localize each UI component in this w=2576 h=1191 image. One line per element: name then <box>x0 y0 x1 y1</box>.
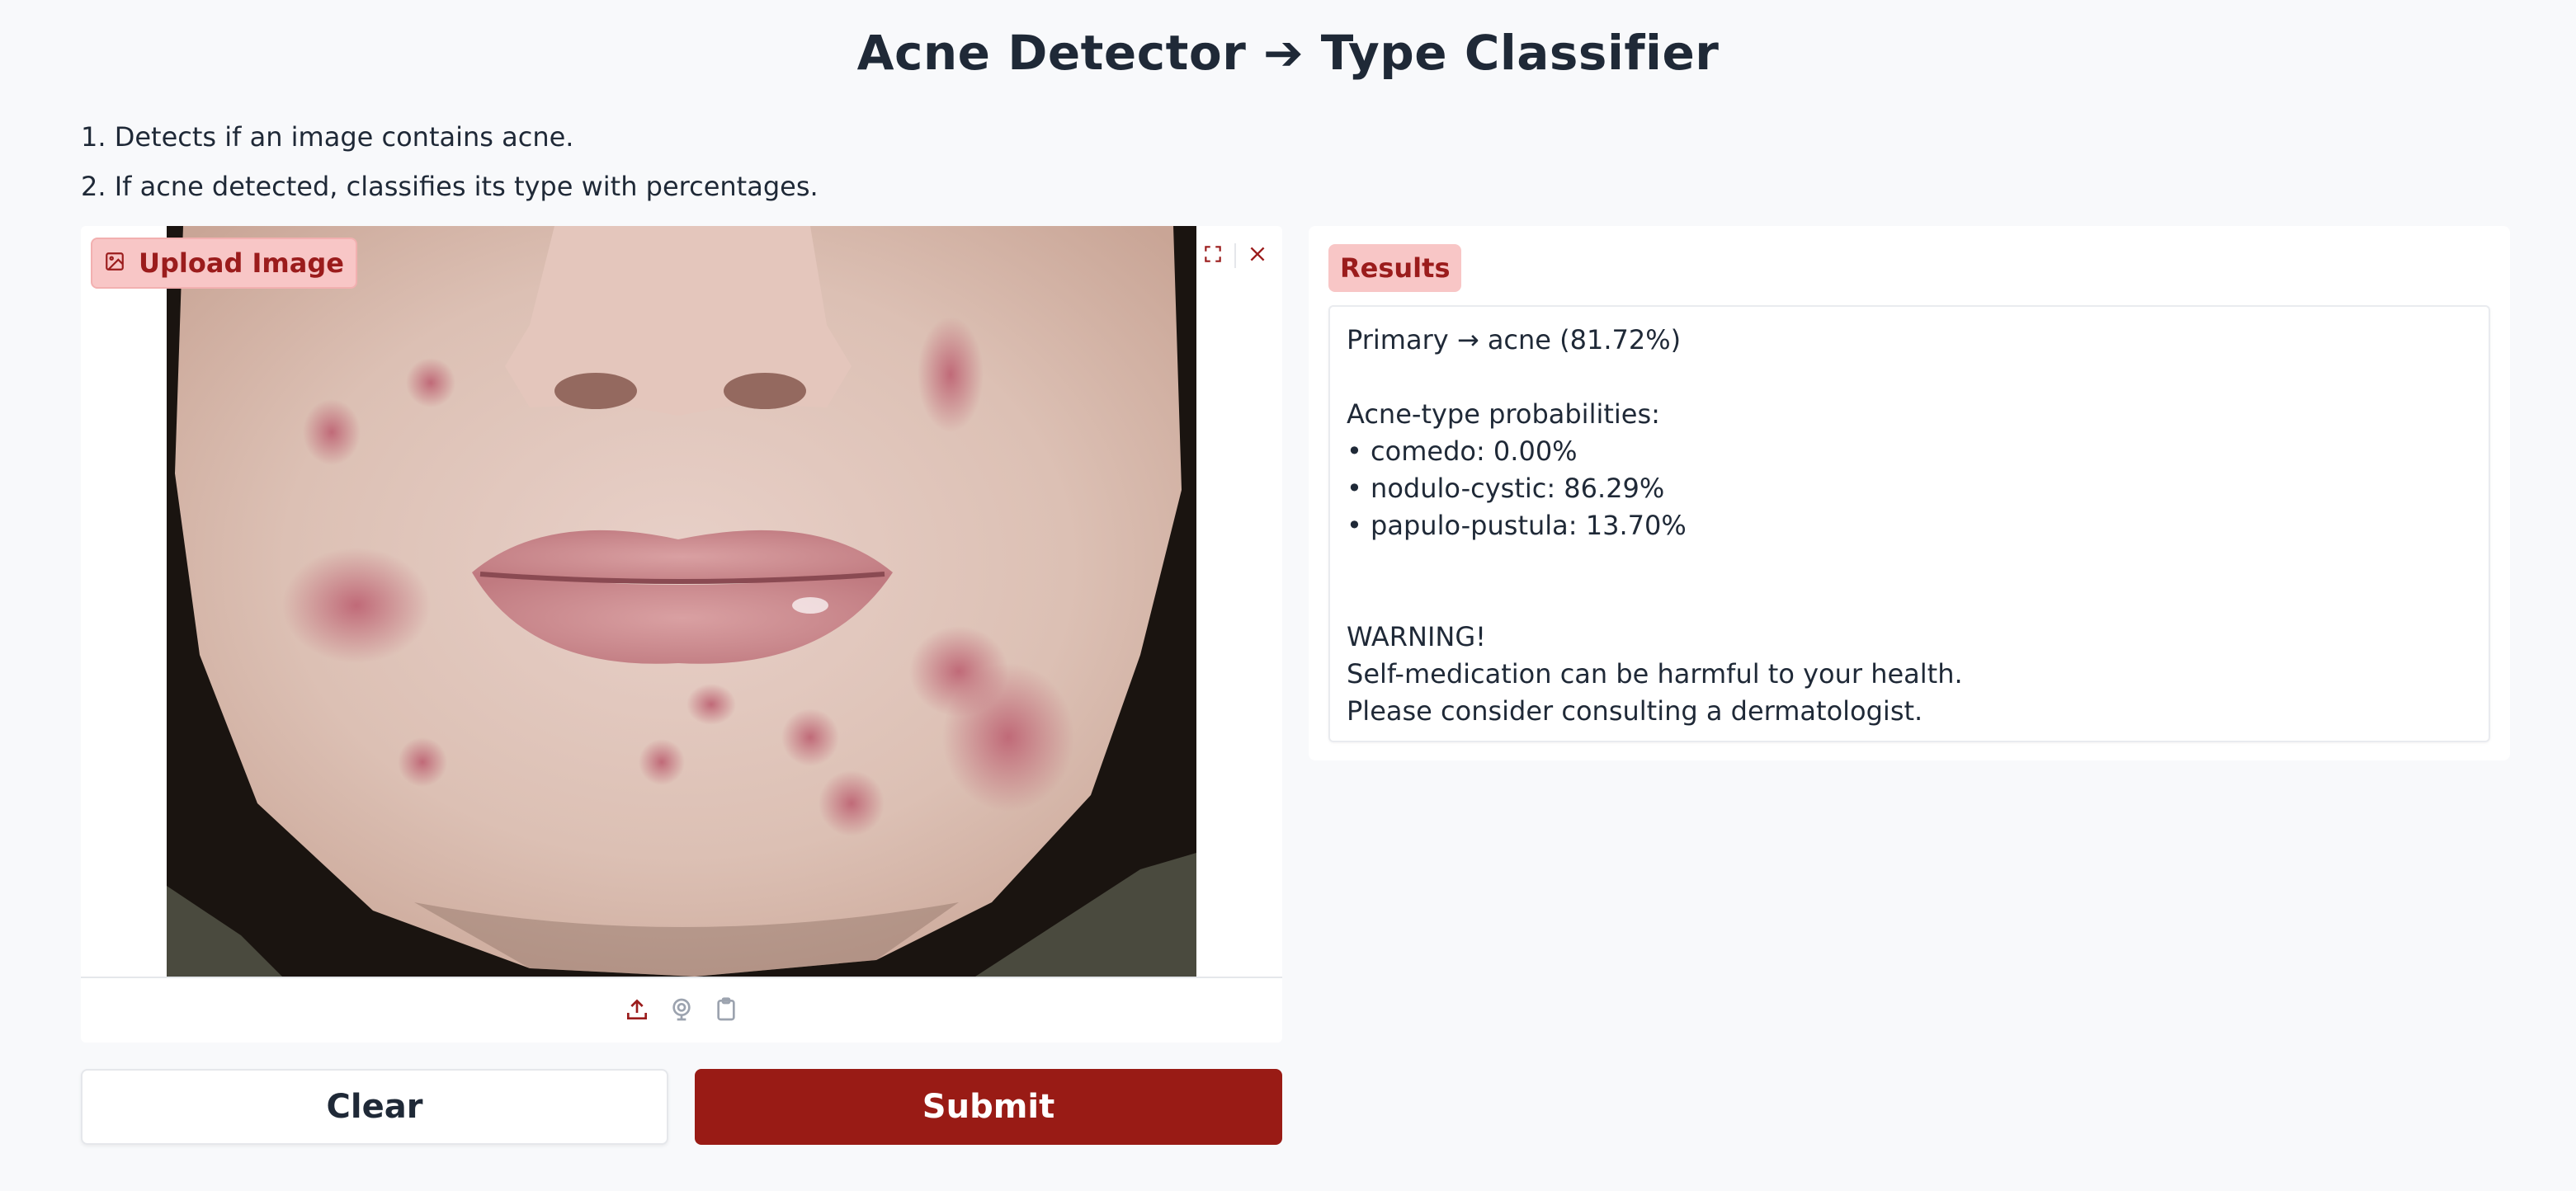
image-icon <box>104 251 125 275</box>
upload-icon[interactable] <box>624 996 650 1026</box>
clipboard-icon[interactable] <box>713 996 739 1026</box>
webcam-icon[interactable] <box>668 996 695 1026</box>
uploaded-face-photo <box>167 226 1196 977</box>
clear-button[interactable]: Clear <box>81 1069 668 1145</box>
app-page: Acne Detector ➔ Type Classifier 1. Detec… <box>0 0 2576 1191</box>
description: 1. Detects if an image contains acne. 2.… <box>81 112 819 211</box>
description-line-1: 1. Detects if an image contains acne. <box>81 121 574 153</box>
results-label: Results <box>1328 244 1462 292</box>
image-source-toolbar <box>81 977 1282 1043</box>
warning-title: WARNING! <box>1347 621 1486 652</box>
fullscreen-icon[interactable] <box>1202 243 1224 268</box>
image-corner-controls <box>1196 236 1274 275</box>
results-textbox[interactable]: Primary → acne (81.72%) Acne-type probab… <box>1328 305 2490 742</box>
close-icon[interactable] <box>1247 243 1268 268</box>
page-title: Acne Detector ➔ Type Classifier <box>856 25 1720 81</box>
results-panel: Results Primary → acne (81.72%) Acne-typ… <box>1309 226 2510 760</box>
primary-result: Primary → acne (81.72%) <box>1347 324 1682 355</box>
warning-line-1: Self-medication can be harmful to your h… <box>1347 658 1963 690</box>
upload-image-label-text: Upload Image <box>139 247 344 279</box>
probability-comedo: • comedo: 0.00% <box>1347 435 1578 467</box>
image-input-panel[interactable]: Upload Image <box>81 226 1282 1043</box>
submit-button[interactable]: Submit <box>695 1069 1282 1145</box>
probability-papulo-pustula: • papulo-pustula: 13.70% <box>1347 510 1687 541</box>
upload-image-label: Upload Image <box>91 238 357 289</box>
warning-line-2: Please consider consulting a dermatologi… <box>1347 695 1923 727</box>
probabilities-header: Acne-type probabilities: <box>1347 398 1660 430</box>
description-line-2: 2. If acne detected, classifies its type… <box>81 171 819 202</box>
probability-nodulo-cystic: • nodulo-cystic: 86.29% <box>1347 473 1665 504</box>
corner-divider <box>1234 243 1236 268</box>
